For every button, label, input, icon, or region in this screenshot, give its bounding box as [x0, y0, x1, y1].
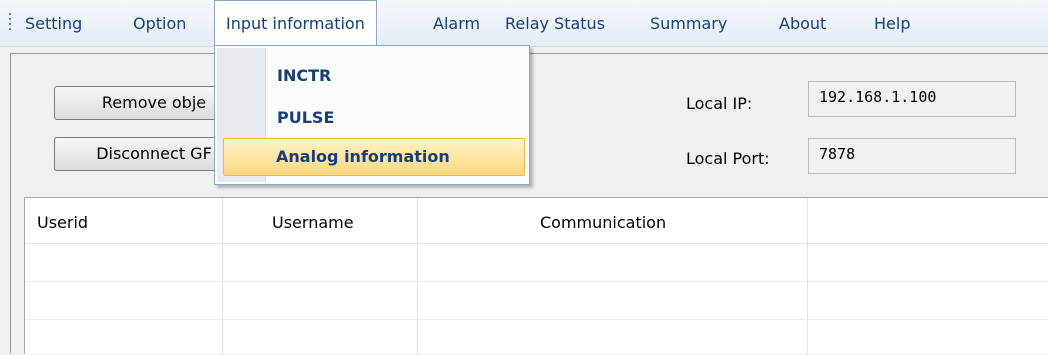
menu-bar: Setting Option Input information Alarm R…: [0, 0, 1048, 47]
local-ip-field[interactable]: 192.168.1.100: [808, 81, 1016, 117]
menu-input-information[interactable]: Input information: [214, 0, 377, 46]
menu-relay-status[interactable]: Relay Status: [505, 0, 605, 46]
menu-grip-icon[interactable]: [9, 13, 12, 33]
menu-summary[interactable]: Summary: [650, 0, 727, 46]
menu-item-analog-information[interactable]: Analog information: [223, 138, 525, 176]
column-userid[interactable]: Userid: [37, 198, 88, 243]
menu-alarm[interactable]: Alarm: [433, 0, 480, 46]
menu-option[interactable]: Option: [133, 0, 186, 46]
column-username[interactable]: Username: [272, 198, 354, 243]
list-header: Userid Username Communication: [25, 198, 1048, 244]
column-divider: [417, 198, 418, 355]
local-port-field[interactable]: 7878: [808, 138, 1016, 174]
menu-help[interactable]: Help: [874, 0, 910, 46]
user-list[interactable]: Userid Username Communication: [24, 197, 1048, 355]
column-divider: [807, 198, 808, 355]
menu-item-pulse[interactable]: PULSE: [277, 108, 334, 127]
input-information-dropdown: INCTR PULSE Analog information: [214, 45, 530, 185]
row-divider: [25, 281, 1048, 282]
menu-about[interactable]: About: [779, 0, 826, 46]
column-divider: [222, 198, 223, 355]
row-divider: [25, 319, 1048, 320]
menu-setting[interactable]: Setting: [25, 0, 82, 46]
local-ip-label: Local IP:: [686, 94, 753, 113]
menu-item-inctr[interactable]: INCTR: [277, 66, 331, 85]
column-communication[interactable]: Communication: [540, 198, 666, 243]
local-port-label: Local Port:: [686, 149, 770, 168]
